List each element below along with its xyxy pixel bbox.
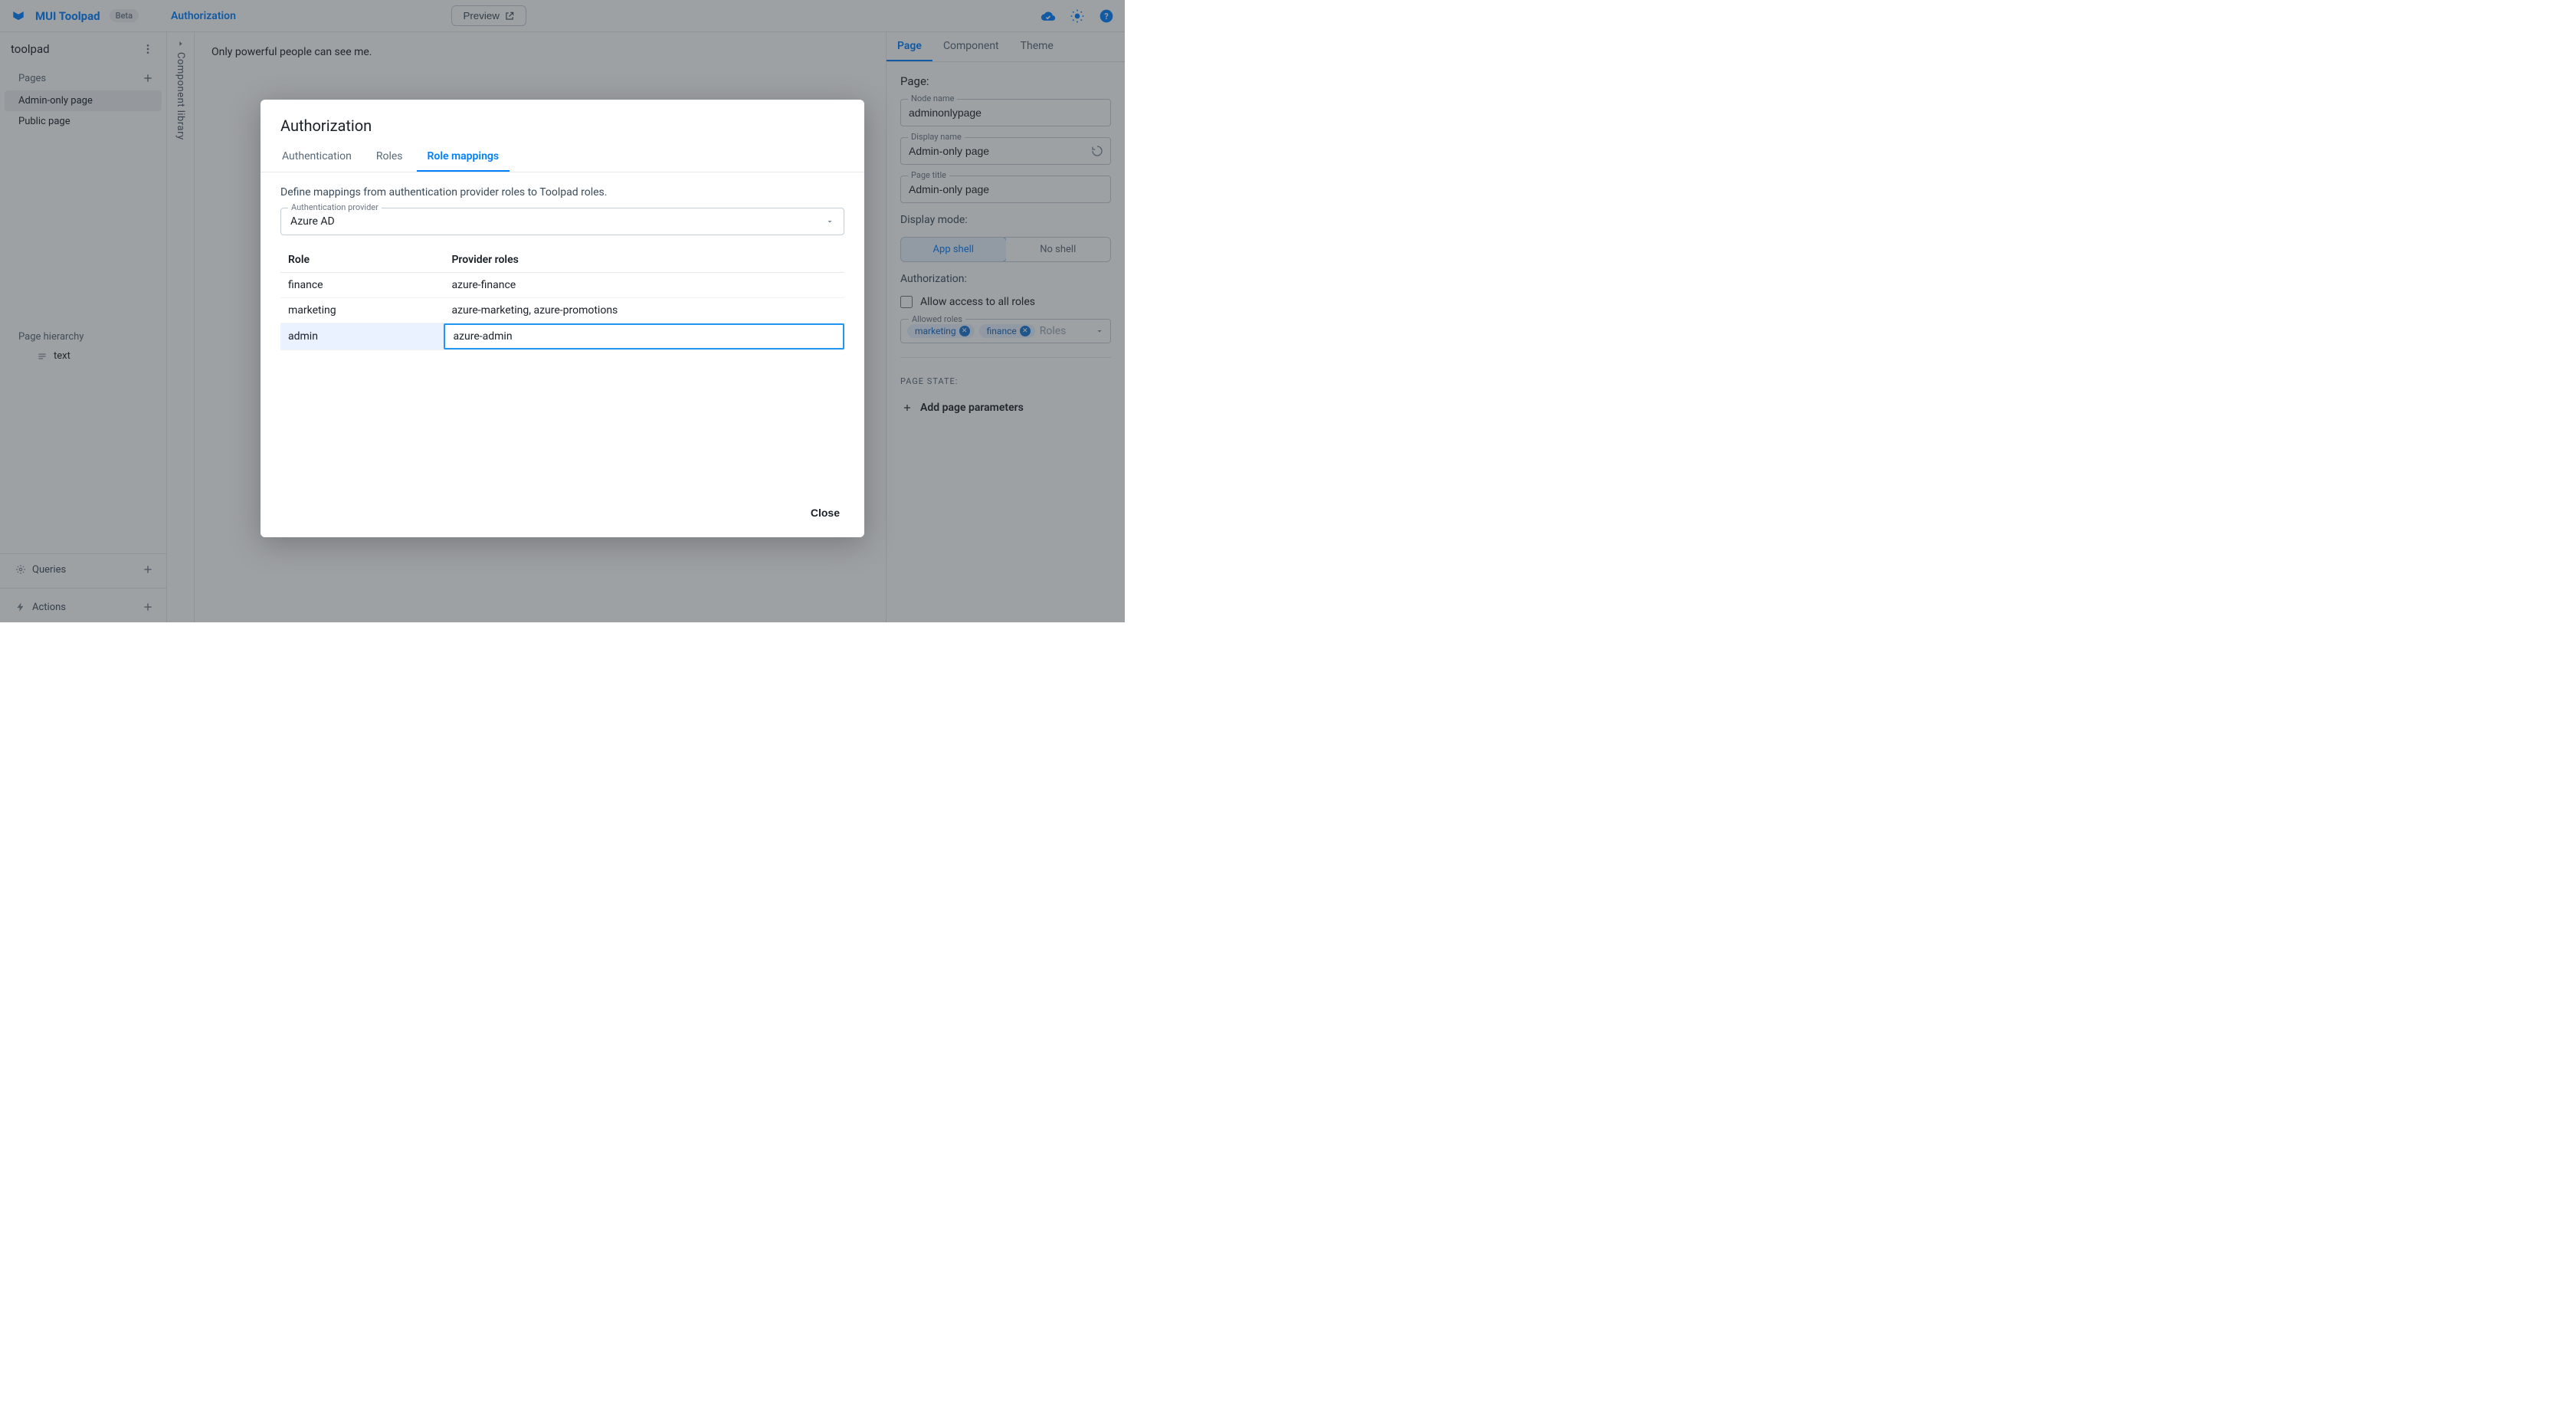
authorization-dialog: Authorization Authentication Roles Role … [261, 100, 864, 537]
tab-roles[interactable]: Roles [365, 143, 414, 172]
dialog-actions: Close [261, 494, 864, 537]
tab-role-mappings[interactable]: Role mappings [417, 143, 510, 172]
tab-authentication[interactable]: Authentication [271, 143, 362, 172]
auth-provider-value: Azure AD [290, 215, 335, 228]
table-row[interactable]: marketing azure-marketing, azure-promoti… [280, 298, 844, 323]
cell-provider-roles: azure-marketing, azure-promotions [444, 298, 844, 323]
table-row-editing[interactable]: admin azure-admin [280, 323, 844, 350]
cell-role: finance [280, 273, 444, 298]
auth-provider-label: Authentication provider [288, 202, 382, 212]
modal-scrim: Authorization Authentication Roles Role … [0, 0, 1125, 622]
role-mapping-table: Role Provider roles finance azure-financ… [280, 248, 844, 350]
dialog-body: Define mappings from authentication prov… [261, 172, 864, 494]
chevron-down-icon [825, 217, 834, 226]
cell-provider-roles: azure-finance [444, 273, 844, 298]
dialog-title: Authorization [261, 100, 864, 143]
cell-provider-roles-editing: azure-admin [444, 323, 844, 350]
provider-roles-edit-input[interactable]: azure-admin [444, 323, 844, 349]
auth-provider-field: Authentication provider Azure AD [280, 208, 844, 235]
col-provider-roles: Provider roles [444, 248, 844, 273]
dialog-tabs: Authentication Roles Role mappings [261, 143, 864, 172]
cell-role: marketing [280, 298, 444, 323]
table-row[interactable]: finance azure-finance [280, 273, 844, 298]
close-button[interactable]: Close [803, 502, 847, 523]
dialog-description: Define mappings from authentication prov… [280, 186, 844, 199]
cell-role: admin [280, 323, 444, 350]
col-role: Role [280, 248, 444, 273]
